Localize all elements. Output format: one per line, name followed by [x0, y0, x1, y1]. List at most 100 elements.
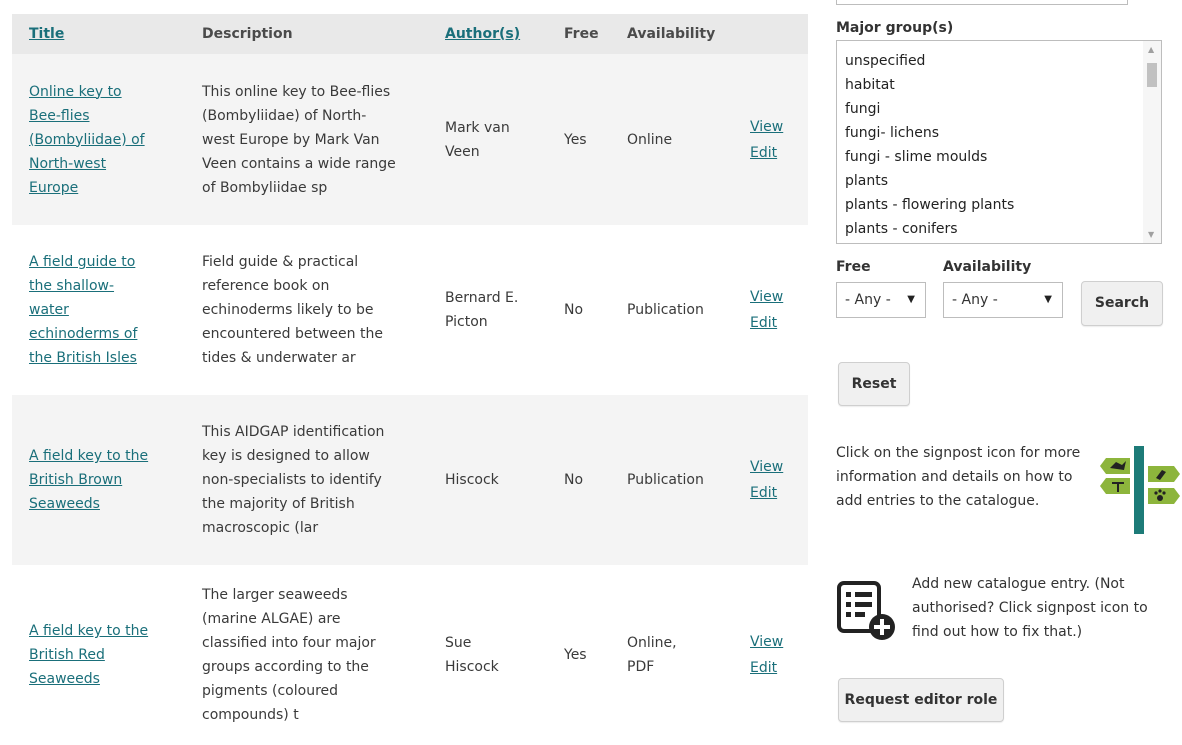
cell-availability: Publication	[610, 225, 733, 395]
request-editor-role-button[interactable]: Request editor role	[838, 678, 1004, 722]
reset-button[interactable]: Reset	[838, 362, 910, 406]
cell-availability-line: Online,	[627, 635, 677, 651]
major-group-listbox[interactable]: unspecified habitat fungi fungi- lichens fun…	[836, 40, 1162, 244]
cell-description: This AIDGAP identification key is designe…	[185, 395, 428, 565]
major-group-option[interactable]: fungi- lichens	[845, 121, 1161, 145]
cell-description-line: compounds) t	[202, 707, 299, 723]
title-line[interactable]: the British Isles	[29, 346, 185, 370]
filter-sidebar: Major group(s) unspecified habitat fungi fu…	[836, 0, 1180, 738]
cell-authors: Mark van Veen	[428, 54, 547, 225]
cell-description-line: west Europe by Mark Van	[202, 131, 380, 148]
cell-authors-line: Hiscock	[445, 472, 499, 488]
title-line[interactable]: Bee-flies	[29, 104, 185, 128]
cell-description-line: Field guide & practical	[202, 254, 359, 270]
search-text-input[interactable]	[836, 0, 1128, 5]
title-line[interactable]: the shallow-	[29, 274, 185, 298]
cell-operations: View Edit	[733, 225, 808, 395]
major-group-option[interactable]: habitat	[845, 73, 1161, 97]
catalogue-table: Title Description Author(s) Free Availab…	[12, 14, 808, 745]
add-entry-text: Add new catalogue entry. (Not authorised…	[912, 576, 1148, 640]
title-line[interactable]: A field key to the	[29, 444, 185, 468]
cell-description-line: key is designed to allow	[202, 448, 370, 464]
major-group-option[interactable]: fungi - slime moulds	[845, 145, 1161, 169]
cell-description-line: macroscopic (lar	[202, 520, 319, 536]
title-line[interactable]: Seaweeds	[29, 667, 185, 691]
availability-label: Availability	[943, 259, 1032, 275]
table-row: A field key to the British Red Seaweeds The…	[12, 565, 808, 745]
availability-select[interactable]: - Any - ▼	[943, 282, 1063, 318]
title-line[interactable]: Online key to	[29, 80, 185, 104]
view-link[interactable]: View	[750, 284, 808, 310]
cell-description-line: (marine ALGAE) are	[202, 611, 341, 627]
search-button[interactable]: Search	[1081, 281, 1163, 326]
major-group-option[interactable]: plants - conifers	[845, 217, 1161, 241]
listbox-scrollbar[interactable]: ▲ ▼	[1143, 41, 1161, 243]
major-group-option[interactable]: fungi	[845, 97, 1161, 121]
cell-free: Yes	[564, 647, 587, 663]
view-link[interactable]: View	[750, 114, 808, 140]
major-group-option[interactable]: plants	[845, 169, 1161, 193]
cell-operations: View Edit	[733, 565, 808, 745]
title-line[interactable]: Europe	[29, 176, 185, 200]
edit-link[interactable]: Edit	[750, 480, 808, 506]
availability-select-value: - Any -	[952, 292, 998, 308]
major-group-option[interactable]: unspecified	[845, 49, 1161, 73]
title-line[interactable]: (Bombyliidae) of	[29, 128, 185, 152]
view-link[interactable]: View	[750, 629, 808, 655]
cell-description-line: pigments (coloured	[202, 683, 339, 699]
edit-link[interactable]: Edit	[750, 655, 808, 681]
cell-description-line: echinoderms likely to be	[202, 302, 374, 318]
title-line[interactable]: water	[29, 298, 185, 322]
cell-free: Yes	[564, 131, 587, 148]
view-link[interactable]: View	[750, 454, 808, 480]
title-link[interactable]: A field key to the British Red Seaweeds	[29, 619, 185, 691]
cell-description-line: of Bombyliidae sp	[202, 179, 328, 196]
title-line[interactable]: A field guide to	[29, 250, 185, 274]
title-line[interactable]: British Red	[29, 643, 185, 667]
cell-title: A field key to the British Red Seaweeds	[12, 565, 185, 745]
cell-authors-line: Veen	[445, 143, 480, 160]
title-line[interactable]: North-west	[29, 152, 185, 176]
scrollbar-thumb[interactable]	[1147, 63, 1157, 87]
header-operations	[733, 14, 808, 54]
major-group-option[interactable]: plants - flowering plants	[845, 193, 1161, 217]
major-group-label: Major group(s)	[836, 20, 954, 36]
cell-operations: View Edit	[733, 54, 808, 225]
title-link[interactable]: A field key to the British Brown Seaweeds	[29, 444, 185, 516]
cell-authors-line: Sue	[445, 635, 472, 651]
cell-authors: Hiscock	[428, 395, 547, 565]
free-label: Free	[836, 259, 871, 275]
header-free: Free	[564, 26, 599, 42]
title-link[interactable]: Online key to Bee-flies (Bombyliidae) of No…	[29, 80, 185, 200]
cell-description-line: encountered between the	[202, 326, 383, 342]
signpost-info-text: Click on the signpost icon for more info…	[836, 445, 1081, 509]
cell-availability-line: Publication	[627, 472, 704, 488]
title-line[interactable]: echinoderms of	[29, 322, 185, 346]
cell-availability-line: PDF	[627, 659, 655, 675]
cell-authors: Bernard E. Picton	[428, 225, 547, 395]
cell-availability: Publication	[610, 395, 733, 565]
edit-link[interactable]: Edit	[750, 140, 808, 166]
cell-availability-line: Publication	[627, 302, 704, 318]
edit-link[interactable]: Edit	[750, 310, 808, 336]
title-line[interactable]: A field key to the	[29, 619, 185, 643]
cell-description-line: non-specialists to identify	[202, 472, 382, 488]
cell-operations: View Edit	[733, 395, 808, 565]
title-line[interactable]: British Brown	[29, 468, 185, 492]
table-header-row: Title Description Author(s) Free Availab…	[12, 14, 808, 54]
cell-authors-line: Bernard E.	[445, 290, 519, 306]
cell-description-line: classified into four major	[202, 635, 376, 651]
title-line[interactable]: Seaweeds	[29, 492, 185, 516]
scroll-down-icon[interactable]: ▼	[1148, 230, 1154, 239]
scroll-up-icon[interactable]: ▲	[1148, 45, 1154, 54]
header-authors[interactable]: Author(s)	[428, 14, 547, 54]
cell-description: The larger seaweeds (marine ALGAE) are cla…	[185, 565, 428, 745]
signpost-icon[interactable]	[1100, 446, 1182, 536]
add-catalogue-entry-icon[interactable]	[836, 580, 900, 644]
header-title[interactable]: Title	[12, 14, 185, 54]
free-select[interactable]: - Any - ▼	[836, 282, 926, 318]
cell-description: Field guide & practical reference book on…	[185, 225, 428, 395]
header-availability: Availability	[627, 26, 716, 42]
cell-authors-line: Mark van	[445, 119, 510, 136]
title-link[interactable]: A field guide to the shallow-water echinod…	[29, 250, 185, 370]
